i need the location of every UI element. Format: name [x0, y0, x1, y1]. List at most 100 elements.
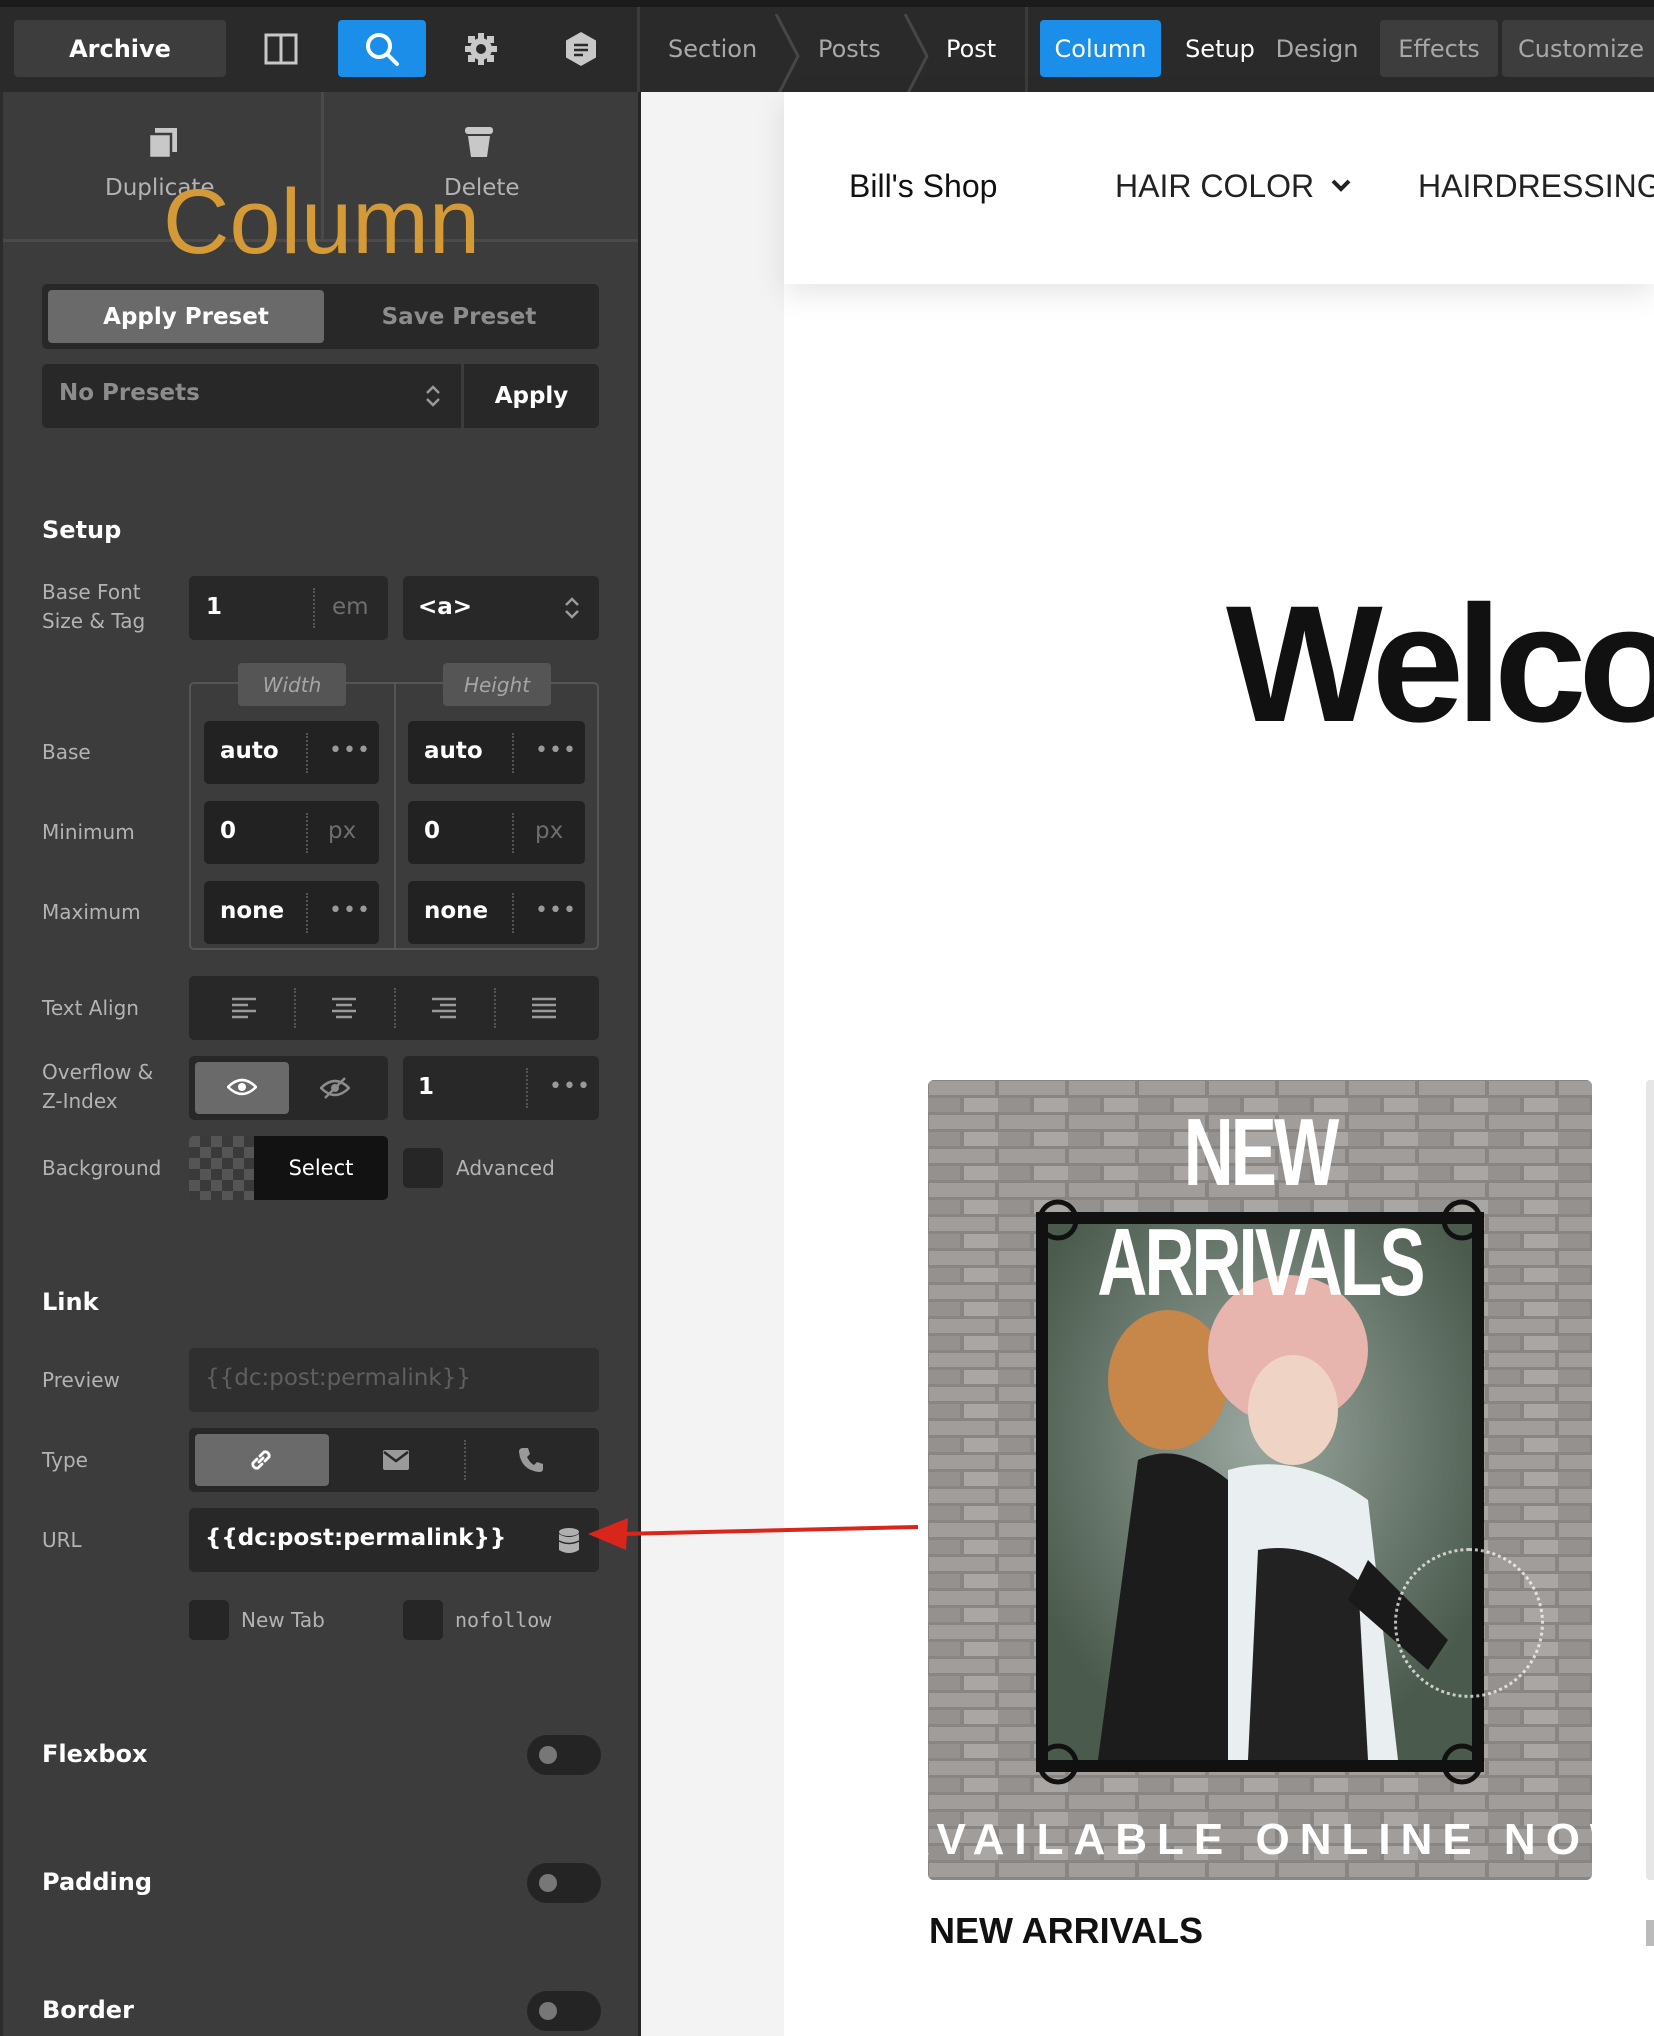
select-arrows-icon — [426, 385, 440, 407]
link-type-url-button[interactable] — [195, 1434, 329, 1486]
url-label: URL — [42, 1528, 82, 1552]
flexbox-toggle[interactable] — [527, 1735, 601, 1775]
overflow-label: Overflow & Z-Index — [42, 1060, 154, 1113]
padding-toggle[interactable] — [527, 1863, 601, 1903]
max-height-unit[interactable]: ••• — [535, 898, 577, 923]
search-button[interactable] — [338, 20, 426, 77]
product-image[interactable]: NEW ARRIVALS AVAILABLE ONLINE NOW — [928, 1080, 1592, 1880]
image-headline: NEW ARRIVALS — [1097, 1099, 1425, 1316]
overflow-visible-button[interactable] — [195, 1062, 289, 1114]
padding-heading: Padding — [42, 1868, 152, 1896]
overflow-toggle-group — [189, 1056, 388, 1120]
tab-design[interactable]: Design — [1270, 20, 1364, 77]
inspector-panel: Duplicate Delete Column Apply Preset Sav… — [0, 92, 641, 2036]
background-label: Background — [42, 1156, 162, 1180]
base-label: Base — [42, 740, 91, 764]
height-label: Height — [443, 663, 551, 706]
site-header: Bill's Shop HAIR COLOR HAIRDRESSING — [784, 92, 1654, 284]
border-toggle[interactable] — [527, 1991, 601, 2031]
eye-slash-icon[interactable] — [320, 1076, 350, 1100]
link-type-group — [189, 1428, 599, 1492]
type-label: Type — [42, 1448, 88, 1472]
base-width-unit[interactable]: ••• — [329, 738, 371, 763]
gear-icon — [465, 32, 497, 65]
advanced-label: Advanced — [456, 1156, 555, 1180]
z-index-unit[interactable]: ••• — [549, 1074, 591, 1099]
hexagon-icon — [566, 31, 596, 66]
border-heading: Border — [42, 1996, 134, 2024]
new-tab-label: New Tab — [241, 1608, 325, 1632]
link-heading: Link — [42, 1288, 99, 1316]
min-width-unit[interactable]: px — [328, 818, 356, 844]
nofollow-label: nofollow — [455, 1608, 552, 1632]
tab-setup[interactable]: Setup — [1174, 20, 1266, 77]
trash-icon — [465, 127, 493, 157]
min-height-input[interactable]: 0 px — [408, 801, 585, 864]
font-size-input[interactable]: 1 em — [189, 576, 388, 640]
nofollow-checkbox[interactable] — [403, 1600, 443, 1640]
min-width-input[interactable]: 0 px — [204, 801, 379, 864]
advanced-checkbox[interactable] — [403, 1148, 443, 1188]
base-height-unit[interactable]: ••• — [535, 738, 577, 763]
breadcrumb-posts[interactable]: Posts — [818, 21, 881, 76]
eye-icon — [227, 1078, 257, 1096]
layout-button[interactable] — [245, 20, 317, 77]
next-product-card — [1646, 1080, 1654, 1880]
minimum-label: Minimum — [42, 820, 135, 844]
tag-select[interactable]: <a> — [403, 576, 599, 640]
site-brand[interactable]: Bill's Shop — [849, 168, 997, 205]
link-icon — [251, 1450, 271, 1470]
email-icon[interactable] — [382, 1449, 410, 1471]
text-align-group — [189, 976, 599, 1040]
max-height-input[interactable]: none ••• — [408, 881, 585, 944]
wahl-seal — [1394, 1548, 1544, 1698]
maximum-label: Maximum — [42, 900, 141, 924]
preset-select[interactable]: No Presets — [42, 364, 461, 428]
breadcrumb-chevron-icon — [903, 14, 929, 99]
tab-column[interactable]: Column — [1040, 20, 1161, 77]
breadcrumb-chevron-icon — [774, 14, 800, 99]
text-align-label: Text Align — [42, 996, 139, 1020]
select-arrows-icon — [565, 597, 579, 619]
align-center-icon[interactable] — [331, 996, 357, 1020]
align-right-icon[interactable] — [431, 996, 457, 1020]
url-input[interactable]: {{dc:post:permalink}} — [189, 1508, 599, 1572]
base-height-input[interactable]: auto ••• — [408, 721, 585, 784]
nav-item-hairdressing[interactable]: HAIRDRESSING — [1418, 168, 1654, 205]
duplicate-icon — [147, 128, 177, 160]
min-height-unit[interactable]: px — [535, 818, 563, 844]
apply-preset-button[interactable]: Apply — [464, 364, 599, 428]
font-unit-selector[interactable]: em — [332, 594, 369, 620]
setup-heading: Setup — [42, 516, 122, 544]
breadcrumb-post[interactable]: Post — [946, 21, 996, 76]
element-info-button[interactable] — [545, 20, 617, 77]
top-toolbar: Archive Section Posts Post Column Setup … — [0, 0, 1654, 99]
tab-customize[interactable]: Customize — [1502, 20, 1654, 77]
dynamic-content-icon[interactable] — [557, 1526, 581, 1556]
phone-icon[interactable] — [517, 1446, 545, 1474]
max-width-input[interactable]: none ••• — [204, 881, 379, 944]
hero-heading: Welco — [1226, 575, 1654, 755]
link-preview-field: {{dc:post:permalink}} — [189, 1348, 599, 1412]
archive-button[interactable]: Archive — [14, 20, 226, 77]
max-width-unit[interactable]: ••• — [329, 898, 371, 923]
base-width-input[interactable]: auto ••• — [204, 721, 379, 784]
background-select-button[interactable]: Select — [254, 1136, 388, 1200]
product-title[interactable]: NEW ARRIVALS — [929, 1910, 1203, 1952]
nav-item-hair-color[interactable]: HAIR COLOR — [1115, 168, 1314, 205]
toolbar-divider — [637, 7, 640, 99]
background-color-swatch[interactable] — [189, 1136, 254, 1200]
toolbar-divider — [1025, 7, 1028, 99]
save-preset-tab[interactable]: Save Preset — [324, 290, 594, 343]
align-justify-icon[interactable] — [531, 996, 557, 1020]
align-left-icon[interactable] — [231, 996, 257, 1020]
breadcrumb-section[interactable]: Section — [668, 21, 757, 76]
z-index-input[interactable]: 1 ••• — [403, 1056, 599, 1120]
element-title: Column — [163, 171, 481, 273]
settings-button[interactable] — [445, 20, 517, 77]
apply-preset-tab[interactable]: Apply Preset — [48, 290, 324, 343]
search-icon — [366, 32, 399, 66]
new-tab-checkbox[interactable] — [189, 1600, 229, 1640]
tab-effects[interactable]: Effects — [1380, 20, 1498, 77]
next-product-title — [1646, 1920, 1654, 1946]
